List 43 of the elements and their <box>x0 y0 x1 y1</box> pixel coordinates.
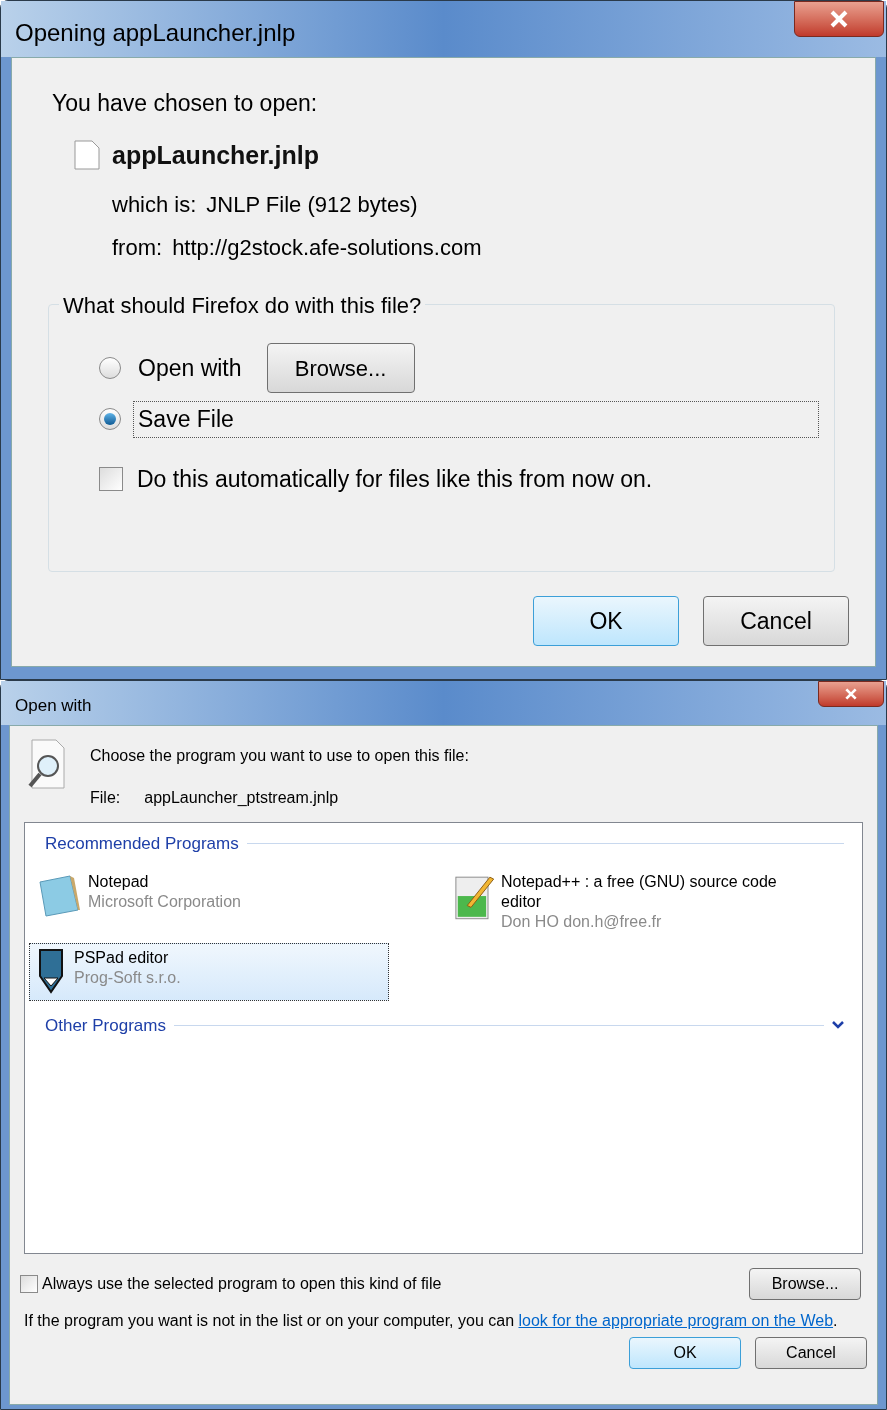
type-label: which is: <box>112 191 197 219</box>
prompt-text: Choose the program you want to use to open this file: <box>90 746 469 766</box>
chevron-down-icon[interactable] <box>832 1021 844 1030</box>
program-publisher: Don HO don.h@free.fr <box>501 911 663 932</box>
program-item[interactable]: Notepad Microsoft Corporation <box>29 866 389 937</box>
program-publisher: Prog-Soft s.r.o. <box>74 967 181 988</box>
section-heading: Recommended Programs <box>45 833 239 855</box>
program-item[interactable]: PSPad editor Prog-Soft s.r.o. <box>29 942 389 1001</box>
ok-button[interactable]: OK <box>533 596 679 646</box>
help-text: If the program you want is not in the list or on your computer, you can look for the appropriate program on the Web. <box>24 1311 839 1331</box>
close-button[interactable] <box>794 1 884 37</box>
ok-button[interactable]: OK <box>629 1337 741 1369</box>
intro-text: You have chosen to open: <box>52 89 319 118</box>
program-item[interactable]: Notepad++ : a free (GNU) source code editor Don HO don.h@free.fr <box>448 866 809 937</box>
close-icon <box>844 688 858 700</box>
file-name: appLauncher.jnlp <box>112 139 319 171</box>
radio-label[interactable]: Save File <box>133 401 819 438</box>
checkbox-label[interactable]: Always use the selected program to open this kind of file <box>42 1272 442 1296</box>
close-button[interactable] <box>818 681 884 707</box>
from-value: http://g2stock.afe-solutions.com <box>172 234 482 262</box>
program-publisher: Microsoft Corporation <box>88 891 241 912</box>
cancel-button[interactable]: Cancel <box>703 596 849 646</box>
file-icon <box>74 140 100 171</box>
window-title: Opening appLauncher.jnlp <box>15 18 296 48</box>
browse-button[interactable]: Browse... <box>266 343 415 393</box>
file-label: File: <box>90 788 121 808</box>
browse-button[interactable]: Browse... <box>749 1268 861 1300</box>
program-name: Notepad++ : a free (GNU) source code editor <box>501 871 778 912</box>
checkbox[interactable] <box>20 1275 38 1293</box>
cancel-button[interactable]: Cancel <box>755 1337 867 1369</box>
checkbox-label[interactable]: Do this automatically for files like this from now on. <box>137 461 653 496</box>
program-name: PSPad editor <box>74 947 170 968</box>
checkbox[interactable] <box>99 466 123 491</box>
section-heading[interactable]: Other Programs <box>45 1012 166 1038</box>
radio-button[interactable] <box>99 357 121 379</box>
from-label: from: <box>112 234 163 262</box>
program-name: Notepad <box>88 871 150 892</box>
close-icon <box>829 10 849 28</box>
window-title: Open with <box>15 695 92 717</box>
file-name: appLauncher_ptstream.jnlp <box>144 788 339 808</box>
type-value: JNLP File (912 bytes) <box>206 191 418 219</box>
radio-button[interactable] <box>99 408 121 431</box>
radio-label[interactable]: Open with <box>133 349 247 387</box>
